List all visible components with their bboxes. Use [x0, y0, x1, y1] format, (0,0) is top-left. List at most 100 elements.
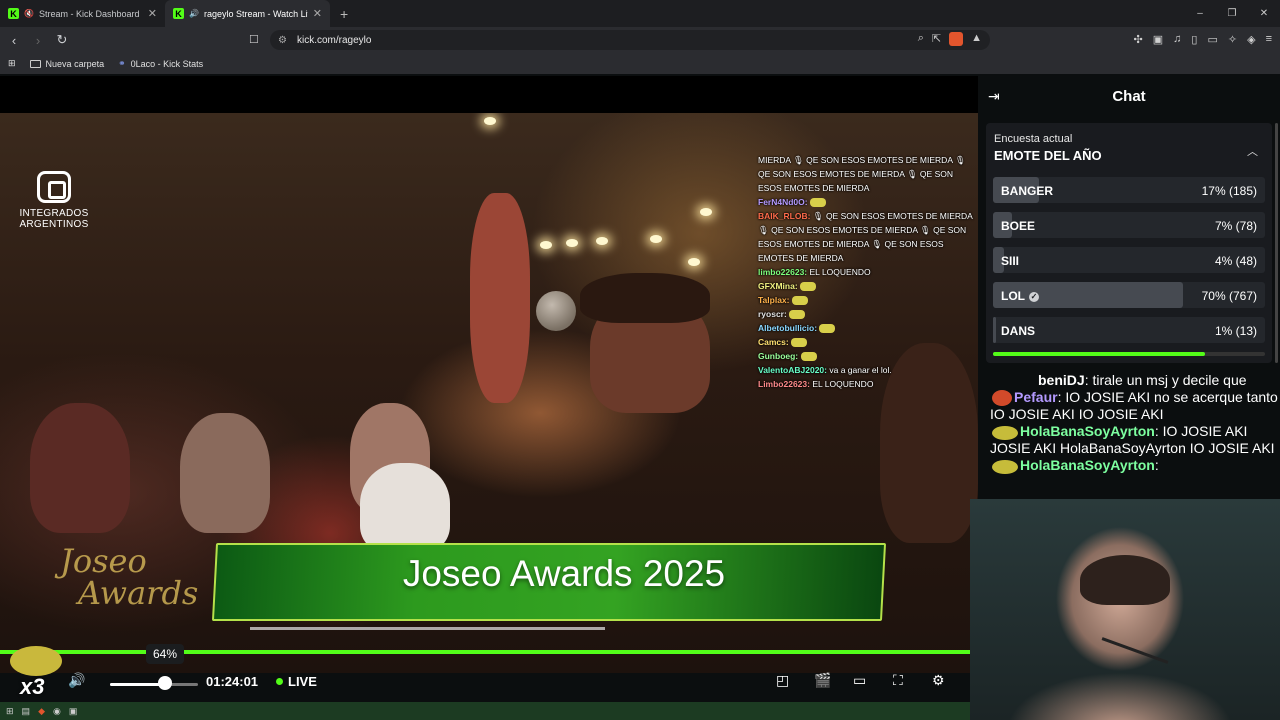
poll-scrollbar[interactable]: [1275, 123, 1278, 363]
leo-ai-icon[interactable]: ✧: [1228, 33, 1237, 46]
miniplayer-icon[interactable]: ◰: [776, 672, 789, 689]
frog-emote-icon: [992, 425, 1018, 440]
minimize-icon[interactable]: –: [1184, 0, 1216, 27]
overlay-chat-line: ValentoABJ2020: va a ganar el lol.: [758, 365, 892, 375]
stream-overlay-chat: MIERDA 🎙 QE SON ESOS EMOTES DE MIERDA 🎙 …: [758, 153, 978, 391]
chat-text: : IO JOSIE AKI: [1154, 423, 1248, 440]
site-info-icon[interactable]: ⚙: [278, 35, 287, 46]
ceiling-light: [700, 208, 712, 216]
brave-shield-icon[interactable]: [949, 32, 964, 46]
brand-logo-text: INTEGRADOS ARGENTINOS: [19, 208, 89, 230]
back-icon[interactable]: ‹: [4, 33, 24, 48]
overlay-chat-line: ryoscr:: [758, 307, 978, 321]
bookmark-kick-stats[interactable]: ⚭ 0Laco - Kick Stats: [118, 58, 203, 69]
browser-tab-bar: K 🔇 Stream - Kick Dashboard ✕ K 🔊 rageyl…: [0, 0, 1280, 27]
banner-title: Joseo Awards 2025: [402, 553, 726, 594]
speaker-icon: 🔊: [189, 9, 199, 18]
forward-icon[interactable]: ›: [28, 33, 48, 48]
overlay-chat-line: Gunboeg:: [758, 349, 978, 363]
collapse-chat-icon[interactable]: ⇥: [988, 88, 1000, 105]
overlay-chat-line: FerN4Nd0O:: [758, 195, 978, 209]
overlay-chat-line: Albetobullicio:: [758, 321, 978, 335]
video-player[interactable]: INTEGRADOS ARGENTINOS MIERDA 🎙 QE SON ES…: [0, 113, 978, 673]
chat-text: JOSIE AKI HolaBanaSoyAyrton IO JOSIE AKI: [990, 440, 1275, 457]
volume-icon[interactable]: 🔊: [68, 672, 85, 689]
poll-option[interactable]: BANGER 17% (185): [993, 177, 1265, 203]
poll-option[interactable]: SIII 4% (48): [993, 247, 1265, 273]
taskbar-strip: ⊞ ▤ ◆ ◉ ▣: [0, 702, 978, 720]
overlay-chat-line: MIERDA 🎙 QE SON ESOS EMOTES DE MIERDA 🎙 …: [758, 155, 966, 193]
ceiling-light: [596, 237, 608, 245]
fullscreen-icon[interactable]: ⛶: [893, 672, 903, 689]
volume-slider[interactable]: [110, 683, 198, 686]
screenshot-icon[interactable]: ▣: [1153, 33, 1163, 46]
ceiling-light: [688, 258, 700, 266]
poll-option-result: 70% (767): [1201, 289, 1257, 303]
window-controls: – ❐ ✕: [1184, 0, 1280, 27]
integrados-logo-icon: [37, 171, 71, 203]
brave-taskbar-icon[interactable]: ◆: [38, 706, 45, 717]
close-tab-icon[interactable]: ✕: [313, 7, 322, 20]
close-tab-icon[interactable]: ✕: [148, 7, 157, 20]
chat-username[interactable]: HolaBanaSoyAyrton: [1020, 423, 1155, 439]
chat-message: HolaBanaSoyAyrton:: [990, 457, 1280, 474]
poll-option-name: LOL ✓: [1001, 289, 1039, 303]
poll-option[interactable]: LOL ✓ 70% (767): [993, 282, 1265, 308]
avatar-badge-icon: [992, 390, 1012, 407]
tab-label: rageylo Stream - Watch Live o: [203, 8, 308, 19]
poll-option[interactable]: BOEE 7% (78): [993, 212, 1265, 238]
chat-username[interactable]: HolaBanaSoyAyrton: [1020, 457, 1155, 473]
extensions-icon[interactable]: ✣: [1134, 33, 1143, 46]
music-icon[interactable]: ♫: [1173, 33, 1181, 46]
share-icon[interactable]: ⇱: [932, 32, 941, 46]
ceiling-light: [540, 241, 552, 249]
clip-icon[interactable]: 🎬: [814, 672, 831, 689]
chat-header: ⇥ Chat: [978, 76, 1280, 116]
taskbar-app-icon[interactable]: ▤: [22, 706, 31, 717]
ceiling-light: [566, 239, 578, 247]
poll-timer-fill: [993, 352, 1206, 356]
integrados-argentinos-logo: INTEGRADOS ARGENTINOS: [14, 171, 94, 230]
menu-icon[interactable]: ≡: [1266, 33, 1272, 46]
taskbar-app-icon[interactable]: ▣: [69, 706, 78, 717]
chat-message: JOSIE AKI HolaBanaSoyAyrton IO JOSIE AKI: [990, 440, 1280, 457]
tab-label: Stream - Kick Dashboard: [38, 8, 140, 19]
option-label: LOL: [1001, 289, 1025, 303]
theater-mode-icon[interactable]: ▭: [853, 672, 866, 689]
live-indicator[interactable]: LIVE: [276, 674, 317, 689]
url-field[interactable]: ⚙ kick.com/rageylo ⌕ ⇱ ▲: [270, 30, 990, 50]
tab-kick-dashboard[interactable]: K 🔇 Stream - Kick Dashboard ✕: [0, 0, 165, 27]
taskbar-app-icon[interactable]: ◉: [53, 706, 61, 717]
bookmark-icon[interactable]: ☐: [249, 33, 259, 46]
reload-icon[interactable]: ↻: [52, 32, 72, 48]
new-tab-button[interactable]: +: [340, 6, 348, 22]
close-window-icon[interactable]: ✕: [1248, 0, 1280, 27]
zoom-icon[interactable]: ⌕: [918, 32, 924, 46]
bookmark-nueva-carpeta[interactable]: Nueva carpeta: [29, 59, 104, 69]
chevron-up-icon[interactable]: ︿: [1247, 143, 1258, 159]
folder-icon: [29, 59, 41, 68]
audience-person: [360, 463, 450, 553]
volume-tooltip: 64%: [146, 644, 184, 664]
volume-knob[interactable]: [158, 676, 172, 690]
windows-start-icon[interactable]: ⊞: [6, 706, 14, 717]
wallet-icon[interactable]: ▭: [1207, 33, 1217, 46]
poll-option-fill: [993, 317, 996, 343]
address-bar: ‹ › ↻ ☐ ⚙ kick.com/rageylo ⌕ ⇱ ▲ ✣ ▣ ♫ ▯…: [0, 27, 1280, 53]
poll-option[interactable]: DANS 1% (13): [993, 317, 1265, 343]
kick-favicon-icon: K: [173, 8, 184, 19]
poll-label: Encuesta actual: [994, 133, 1073, 145]
chat-username[interactable]: Pefaur: [1014, 389, 1058, 405]
check-icon: ✓: [1029, 292, 1039, 302]
ceiling-light: [484, 117, 496, 125]
apps-grid-icon[interactable]: ⊞: [8, 58, 16, 69]
vpn-icon[interactable]: ◈: [1247, 33, 1255, 46]
poll-card: Encuesta actual EMOTE DEL AÑO ︿ BANGER 1…: [986, 123, 1272, 363]
settings-gear-icon[interactable]: ⚙: [932, 672, 945, 689]
audience-person: [580, 273, 710, 323]
sidebar-icon[interactable]: ▯: [1191, 33, 1197, 46]
rewards-icon[interactable]: ▲: [971, 32, 982, 46]
chat-username[interactable]: beniDJ: [1038, 372, 1085, 388]
restore-icon[interactable]: ❐: [1216, 0, 1248, 27]
tab-rageylo-stream[interactable]: K 🔊 rageylo Stream - Watch Live o ✕: [165, 0, 330, 27]
